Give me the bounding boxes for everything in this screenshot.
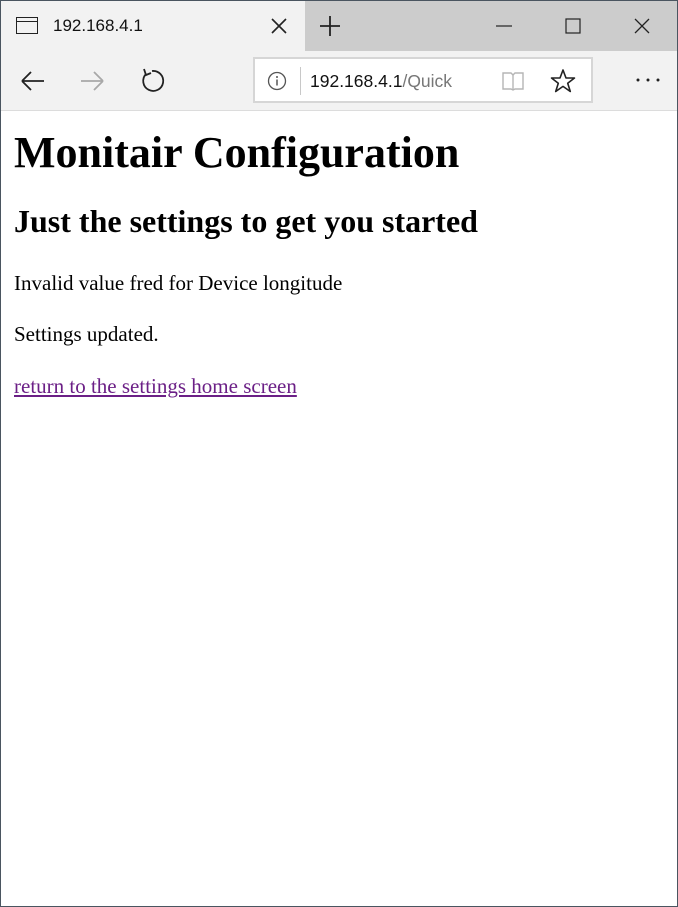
address-host: 192.168.4.1 — [310, 71, 403, 91]
favorite-star-icon[interactable] — [550, 68, 576, 94]
forward-arrow-icon[interactable] — [75, 65, 109, 97]
settings-updated-message: Settings updated. — [14, 322, 159, 346]
browser-tab[interactable]: 192.168.4.1 — [1, 1, 305, 51]
back-arrow-icon[interactable] — [16, 65, 50, 97]
address-path: /Quick — [402, 71, 453, 91]
address-bar[interactable]: 192.168.4.1/Quick — [253, 57, 593, 103]
tab-title: 192.168.4.1 — [53, 16, 143, 35]
info-icon[interactable] — [267, 71, 287, 91]
settings-home-link[interactable]: return to the settings home screen — [14, 373, 297, 399]
page-title: Monitair Configuration — [14, 128, 460, 177]
tab-strip: 192.168.4.1 — [1, 1, 677, 51]
navigation-bar: 192.168.4.1/Quick — [1, 51, 677, 111]
address-url[interactable]: 192.168.4.1/Quick — [310, 71, 452, 92]
maximize-icon[interactable] — [550, 11, 596, 41]
invalid-value-message: Invalid value fred for Device longitude — [14, 271, 343, 295]
page-subtitle: Just the settings to get you started — [14, 203, 478, 239]
page-content: Monitair Configuration Just the settings… — [14, 112, 674, 399]
window-close-icon[interactable] — [619, 11, 665, 41]
new-tab-icon[interactable] — [312, 11, 348, 41]
more-options-icon[interactable] — [633, 65, 663, 95]
refresh-icon[interactable] — [135, 65, 169, 97]
minimize-icon[interactable] — [481, 11, 527, 41]
browser-window: 192.168.4.1 192.168.4.1/Quick Monitair C… — [0, 0, 678, 907]
tab-close-icon[interactable] — [264, 11, 294, 41]
address-divider — [300, 67, 301, 95]
page-icon — [16, 17, 38, 34]
reading-view-icon[interactable] — [501, 70, 525, 92]
